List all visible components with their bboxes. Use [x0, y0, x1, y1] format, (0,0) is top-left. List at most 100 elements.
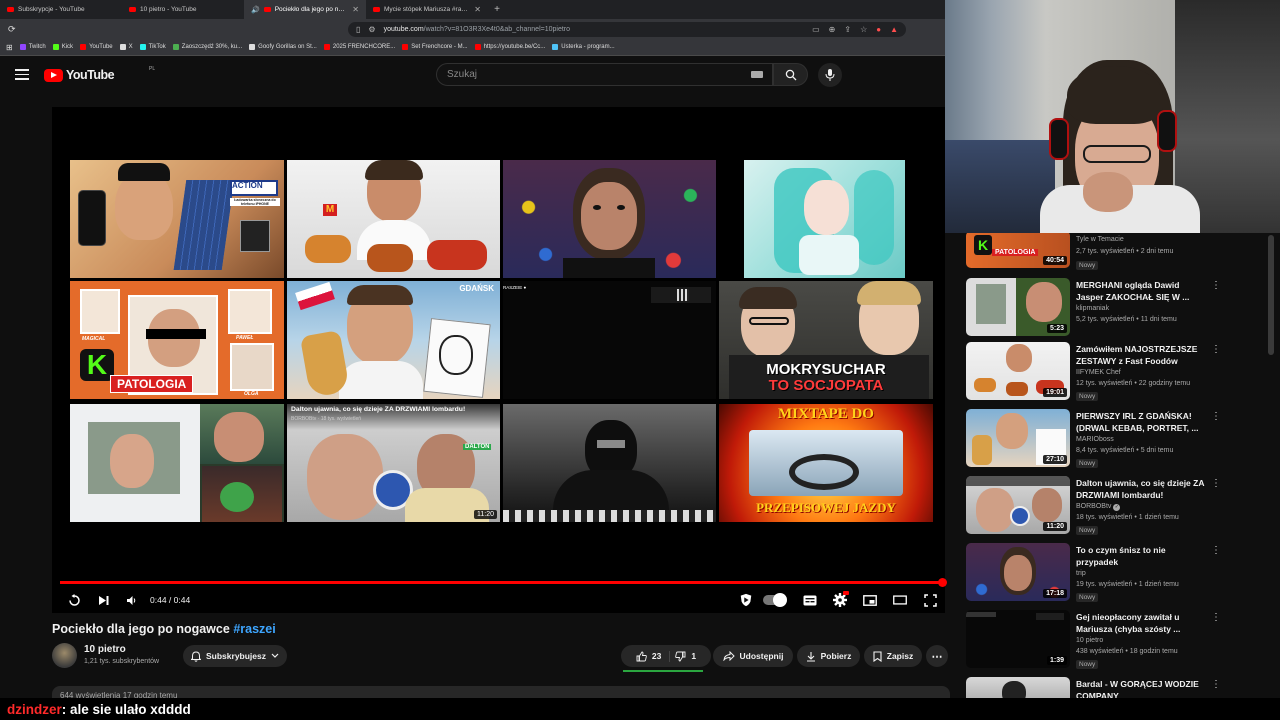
video-title[interactable]: Gej nieopłacony zawitał u Mariusza (chyb… [1076, 611, 1206, 635]
site-info-icon[interactable]: ⚙ [368, 25, 375, 34]
voice-search-button[interactable] [818, 63, 842, 87]
end-screen-thumb[interactable]: MAGICAL PAWEŁ OLGA K PATOLOGIA [70, 281, 284, 399]
list-item[interactable]: 17:18 To o czym śnisz to nie przypadek t… [966, 543, 1266, 603]
more-vertical-icon[interactable]: ⋮ [1211, 612, 1221, 623]
video-thumbnail[interactable]: K PATOLOGIA 40:54 [966, 233, 1070, 268]
more-vertical-icon[interactable]: ⋮ [1211, 545, 1221, 556]
subtitles-icon[interactable] [803, 593, 817, 607]
end-screen-thumb[interactable] [503, 160, 716, 278]
bookmark-item[interactable]: TikTok [139, 44, 166, 50]
browser-tab[interactable]: Mycie stópek Mariusza #raszei - You... ✕ [366, 0, 488, 19]
theater-mode-icon[interactable] [893, 593, 907, 607]
channel-name[interactable]: trip [1076, 570, 1086, 577]
zoom-icon[interactable]: ⊕ [829, 25, 836, 34]
next-icon[interactable] [96, 593, 110, 607]
video-title[interactable]: To o czym śnisz to nie przypadek [1076, 544, 1206, 568]
end-screen-thumb[interactable]: MOKRYSUCHAR TO SOCJOPATA [719, 281, 933, 399]
end-screen-thumb[interactable] [744, 160, 905, 278]
video-thumbnail[interactable]: 17:18 [966, 543, 1070, 601]
video-thumbnail[interactable] [966, 677, 1070, 698]
end-screen-thumb[interactable]: Dalton ujawnia, co się dzieje ZA DRZWIAM… [287, 404, 500, 522]
bookmark-item[interactable]: Zaoszczędź 30%, ku... [172, 44, 242, 50]
apps-grid-icon[interactable]: ⊞ [6, 43, 13, 52]
channel-name[interactable]: BORBOBtv ✓ [1076, 503, 1121, 511]
video-title[interactable]: Dalton ujawnia, co się dzieje ZA DRZWIAM… [1076, 477, 1206, 501]
miniplayer-icon[interactable] [863, 593, 877, 607]
sidebar-scrollbar[interactable] [1268, 235, 1274, 355]
cast-icon[interactable]: ▭ [812, 25, 820, 34]
hashtag-link[interactable]: #raszei [233, 622, 275, 636]
bookmark-item[interactable]: Twitch [19, 44, 46, 50]
end-screen-thumb[interactable]: RASZEIE ● [503, 281, 716, 399]
list-item[interactable]: 11:20 Dalton ujawnia, co się dzieje ZA D… [966, 476, 1266, 536]
extension-icon[interactable]: ● [876, 25, 881, 34]
video-thumbnail[interactable]: 11:20 [966, 476, 1070, 534]
url-text[interactable]: youtube.com/watch?v=81O3R3Xe4t0&ab_chann… [384, 26, 805, 33]
channel-name[interactable]: 10 pietro [84, 644, 126, 655]
end-screen-thumb[interactable]: M [287, 160, 500, 278]
reload-icon[interactable]: ⟳ [8, 24, 16, 35]
omnibox[interactable]: ▯ ⚙ youtube.com/watch?v=81O3R3Xe4t0&ab_c… [348, 21, 906, 37]
list-item[interactable]: 1:39 Gej nieopłacony zawitał u Mariusza … [966, 610, 1266, 670]
replay-icon[interactable] [67, 593, 81, 607]
channel-name[interactable]: Tyle w Temacie [1076, 236, 1124, 243]
video-player[interactable]: ACTION Ładowarka słoneczna do telefonu i… [52, 107, 947, 613]
settings-gear-icon[interactable] [833, 591, 849, 607]
star-icon[interactable]: ☆ [860, 25, 867, 34]
more-vertical-icon[interactable]: ⋮ [1211, 280, 1221, 291]
end-screen-thumb[interactable]: MIXTAPE DO PRZEPISOWEJ JAZDY [719, 404, 933, 522]
save-button[interactable]: Zapisz [864, 645, 922, 667]
video-thumbnail[interactable]: 27:10 [966, 409, 1070, 467]
video-title[interactable]: Bardal - W GORĄCEJ WODZIE COMPANY [1076, 678, 1206, 698]
browser-tab[interactable]: Subskrypcje - YouTube [0, 0, 122, 19]
more-vertical-icon[interactable]: ⋮ [1211, 411, 1221, 422]
share-icon[interactable]: ⇪ [844, 25, 851, 34]
dislike-button[interactable]: 1 [675, 651, 696, 662]
video-thumbnail[interactable]: 5:23 [966, 278, 1070, 336]
youtube-logo[interactable]: YouTube PL [44, 66, 155, 82]
browser-tab[interactable]: 10 pietro - YouTube [122, 0, 244, 19]
more-actions-button[interactable]: ⋯ [926, 645, 948, 667]
fullscreen-icon[interactable] [923, 593, 937, 607]
progress-bar[interactable] [60, 578, 947, 587]
like-button[interactable]: 23 [636, 650, 671, 662]
search-button[interactable] [773, 63, 808, 86]
browser-tab-active[interactable]: 🔊 Pociekło dla jego po nogawce ✕ [244, 0, 366, 19]
ad-shield-icon[interactable] [739, 593, 753, 607]
more-vertical-icon[interactable]: ⋮ [1211, 478, 1221, 489]
share-button[interactable]: Udostępnij [713, 645, 793, 667]
alert-icon[interactable]: ▲ [890, 25, 898, 34]
list-item[interactable]: 27:10 PIERWSZY IRL Z GDAŃSKA! (DRWAL KEB… [966, 409, 1266, 469]
close-icon[interactable]: ✕ [474, 5, 481, 14]
bookmark-item[interactable]: https://youtube.be/Cc... [474, 44, 545, 50]
bookmark-item[interactable]: YouTube [80, 44, 113, 50]
subscribe-button[interactable]: Subskrybujesz [183, 645, 287, 667]
autoplay-toggle[interactable] [763, 593, 787, 607]
end-screen-thumb[interactable] [503, 404, 716, 522]
bookmark-item[interactable]: X [119, 44, 133, 50]
video-title[interactable]: Zamówiłem NAJOSTRZEJSZE ZESTAWY z Fast F… [1076, 343, 1206, 367]
menu-icon[interactable] [15, 69, 29, 80]
search-input[interactable]: Szukaj [436, 63, 773, 86]
download-button[interactable]: Pobierz [797, 645, 860, 667]
more-vertical-icon[interactable]: ⋮ [1211, 679, 1221, 690]
end-screen-thumb[interactable] [70, 404, 284, 522]
more-vertical-icon[interactable]: ⋮ [1211, 344, 1221, 355]
channel-name[interactable]: MARIOboss [1076, 436, 1114, 443]
close-icon[interactable]: ✕ [352, 5, 359, 14]
list-item[interactable]: 5:23 MERGHANI ogląda Dawid Jasper ZAKOCH… [966, 278, 1266, 338]
volume-icon[interactable] [124, 593, 138, 607]
bookmark-item[interactable]: Goofy Gorillas on St... [249, 44, 317, 50]
bookmark-item[interactable]: Usterka - program... [552, 44, 615, 50]
bookmark-item[interactable]: 2025 FRENCHCORE... [323, 44, 395, 50]
video-thumbnail[interactable]: 19:01 [966, 342, 1070, 400]
end-screen-thumb[interactable]: GDAŃSK [287, 281, 500, 399]
list-item[interactable]: Bardal - W GORĄCEJ WODZIE COMPANY ⋮ [966, 677, 1266, 698]
bookmark-icon[interactable]: ▯ [356, 25, 360, 34]
progress-scrubber[interactable] [938, 578, 947, 587]
video-title[interactable]: MERGHANI ogląda Dawid Jasper ZAKOCHAŁ SI… [1076, 279, 1206, 303]
channel-name[interactable]: klipmaniak [1076, 305, 1109, 312]
channel-name[interactable]: IIFYMEK Chef [1076, 369, 1121, 376]
bookmark-item[interactable]: Set Frenchcore - M... [402, 44, 468, 50]
video-thumbnail[interactable]: 1:39 [966, 610, 1070, 668]
